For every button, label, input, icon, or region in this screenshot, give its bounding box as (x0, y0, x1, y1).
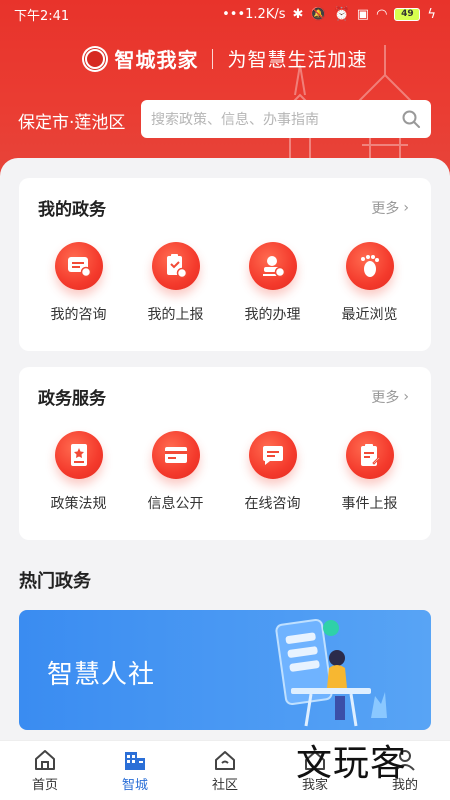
my-handle-item[interactable]: 我的办理 (224, 242, 321, 324)
my-affairs-more-link[interactable]: 更多 › (371, 198, 409, 218)
app-name: 智城我家 (114, 48, 199, 72)
chevron-right-icon: › (403, 389, 409, 405)
status-bar: 下午2:41 •••1.2K/s ✱ 🔕 ⏰ ▣ ◠ 49 ϟ (0, 0, 450, 28)
network-speed: •••1.2K/s (222, 6, 286, 22)
event-report-item[interactable]: 事件上报 (321, 431, 418, 513)
battery-icon: 49 (394, 7, 421, 21)
search-bar[interactable]: 搜索政策、信息、办事指南 (141, 100, 431, 138)
event-report-icon (345, 431, 394, 479)
nav-label: 智城 (121, 778, 148, 793)
policy-item[interactable]: 政策法规 (30, 431, 127, 513)
app-slogan: 为智慧生活加速 (227, 49, 368, 71)
chevron-right-icon: › (403, 200, 409, 216)
watermark: 文玩客 (296, 743, 408, 784)
info-disclosure-item[interactable]: 信息公开 (127, 431, 224, 513)
nav-community[interactable]: 社区 (180, 741, 270, 800)
item-label: 政策法规 (50, 496, 107, 512)
item-label: 信息公开 (147, 496, 204, 512)
charging-icon: ϟ (427, 6, 436, 22)
app-logo (82, 45, 109, 72)
bluetooth-icon: ✱ (292, 6, 304, 22)
my-report-item[interactable]: 我的上报 (127, 242, 224, 324)
search-icon[interactable] (401, 109, 421, 129)
location-selector[interactable]: 保定市·莲池区 (18, 108, 125, 133)
item-label: 我的办理 (244, 307, 301, 323)
nav-home[interactable]: 首页 (0, 741, 90, 800)
main-content: 我的政务 更多 › 我的咨询 我的上报 我的办理 最近浏览 政务服务 更多 › … (0, 158, 450, 740)
item-label: 在线咨询 (244, 496, 301, 512)
my-affairs-card: 我的政务 更多 › 我的咨询 我的上报 我的办理 最近浏览 (19, 178, 431, 351)
nav-label: 社区 (211, 778, 238, 793)
nav-city[interactable]: 智城 (90, 741, 180, 800)
community-icon (215, 751, 235, 770)
nav-label: 首页 (31, 778, 58, 793)
item-label: 事件上报 (341, 496, 398, 512)
wifi-icon: ◠ (376, 6, 388, 22)
my-consult-item[interactable]: 我的咨询 (30, 242, 127, 324)
gov-services-card: 政务服务 更多 › 政策法规 信息公开 在线咨询 事件上报 (19, 367, 431, 540)
item-label: 我的咨询 (50, 307, 107, 323)
mute-icon: 🔕 (310, 6, 327, 22)
banner-title: 智慧人社 (47, 660, 156, 690)
smart-hr-banner[interactable]: 智慧人社 (19, 610, 431, 730)
search-placeholder[interactable]: 搜索政策、信息、办事指南 (151, 109, 401, 129)
chat-icon (248, 431, 297, 479)
footprint-icon (345, 242, 394, 290)
sim-icon: ▣ (356, 6, 370, 22)
report-icon (151, 242, 200, 290)
recent-browse-item[interactable]: 最近浏览 (321, 242, 418, 324)
app-brand: 智城我家 为智慧生活加速 (0, 44, 450, 73)
brand-divider (212, 48, 214, 69)
online-consult-item[interactable]: 在线咨询 (224, 431, 321, 513)
city-icon (125, 752, 145, 770)
gov-services-title: 政务服务 (38, 389, 106, 409)
my-affairs-title: 我的政务 (38, 200, 106, 220)
status-time: 下午2:41 (14, 8, 70, 24)
alarm-icon: ⏰ (333, 6, 350, 22)
handle-icon (248, 242, 297, 290)
hot-affairs-title: 热门政务 (19, 571, 91, 592)
phone-illustration (275, 618, 387, 727)
consult-icon (54, 242, 103, 290)
home-icon (35, 750, 55, 770)
policy-icon (54, 431, 103, 479)
item-label: 最近浏览 (341, 307, 398, 323)
item-label: 我的上报 (147, 307, 204, 323)
info-icon (151, 431, 200, 479)
gov-services-more-link[interactable]: 更多 › (371, 387, 409, 407)
